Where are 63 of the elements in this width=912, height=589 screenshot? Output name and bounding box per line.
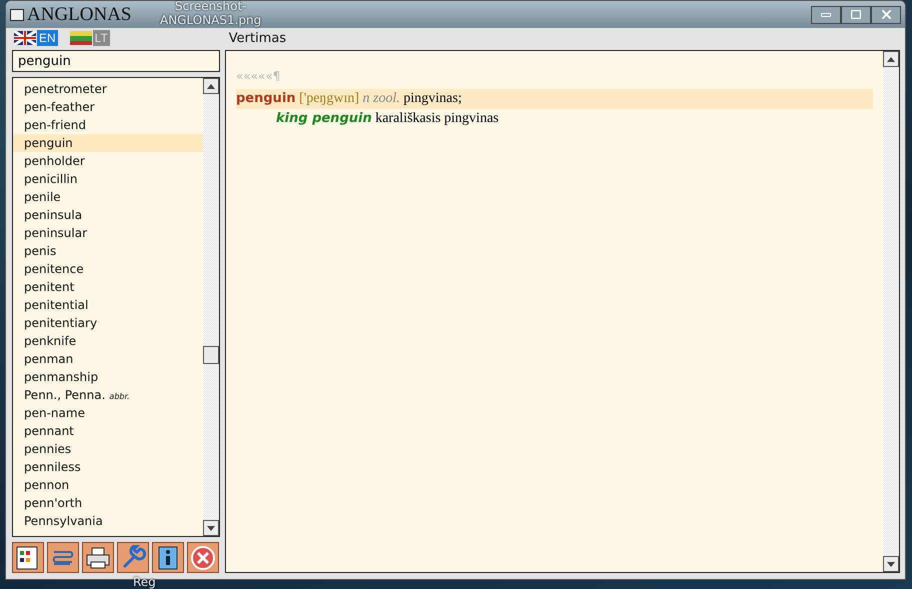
word-list-item[interactable]: penicillin <box>13 170 203 188</box>
word-list-item[interactable]: pennies <box>13 440 203 458</box>
close-icon <box>190 544 216 570</box>
maximize-icon <box>851 10 861 19</box>
phrase-entry: king penguin karališkasis pingvinas <box>275 110 500 127</box>
word-list-item[interactable]: pen-feather <box>13 98 203 116</box>
scroll-up-icon <box>887 56 895 62</box>
printer-icon <box>85 546 111 570</box>
word-list-item[interactable]: penitentiary <box>13 314 203 332</box>
close-button[interactable] <box>871 6 901 24</box>
word-list-item[interactable]: pennant <box>13 422 203 440</box>
word-list-item[interactable]: Penn., Penna. abbr. <box>13 386 203 404</box>
minimize-button[interactable] <box>811 6 841 24</box>
minimize-icon <box>821 12 831 16</box>
word-list-item[interactable]: pen-friend <box>13 116 203 134</box>
word-list-item[interactable]: peninsular <box>13 224 203 242</box>
search-field[interactable]: penguin <box>12 50 220 72</box>
desktop-icon-label: Reg <box>133 576 156 589</box>
toolbar-button[interactable] <box>187 542 219 573</box>
word-list-item[interactable]: penmanship <box>13 368 203 386</box>
word-list-item[interactable]: peninsula <box>13 206 203 224</box>
word-list-item[interactable]: penknife <box>13 332 203 350</box>
dictionary-entry: penguin ['peŋgwɪn] n zool. pingvinas; <box>236 89 873 109</box>
scrollbar[interactable] <box>883 51 899 572</box>
scroll-down-icon <box>887 562 895 566</box>
word-list-item[interactable]: penile <box>13 188 203 206</box>
desktop-icon-label: ANGLONAS1.png <box>160 14 262 27</box>
history-marks: «««««¶ <box>236 69 282 83</box>
language-button[interactable]: EN <box>14 30 58 46</box>
wrench-icon <box>120 544 146 570</box>
word-list-item[interactable]: penitence <box>13 260 203 278</box>
desktop-icon-label: Screenshot- <box>175 0 246 13</box>
flag-icon <box>70 31 92 45</box>
word-list-item[interactable]: penitent <box>13 278 203 296</box>
word-list-item[interactable]: pen-name <box>13 404 203 422</box>
word-list-item[interactable]: penitential <box>13 296 203 314</box>
maximize-button[interactable] <box>841 6 871 24</box>
toolbar-button[interactable] <box>82 542 114 573</box>
word-list-item[interactable]: penguin <box>13 134 203 152</box>
word-list-item[interactable]: penis <box>13 242 203 260</box>
scroll-thumb[interactable] <box>203 346 219 364</box>
window-icon <box>10 8 24 20</box>
scroll-down-button[interactable] <box>883 556 899 572</box>
word-list-item[interactable]: pennon <box>13 476 203 494</box>
scroll-up-button[interactable] <box>203 78 219 94</box>
scroll-up-button[interactable] <box>883 51 899 67</box>
pane-title: Vertimas <box>228 30 286 46</box>
scroll-down-icon <box>207 526 215 530</box>
word-list-item[interactable]: Pennsylvania <box>13 512 203 530</box>
toolbar-button[interactable] <box>12 542 44 573</box>
flag-icon <box>14 31 36 45</box>
word-list-item[interactable]: penholder <box>13 152 203 170</box>
info-icon <box>157 544 179 570</box>
word-list-item[interactable]: penman <box>13 350 203 368</box>
word-list-item[interactable]: penetrometer <box>13 80 203 98</box>
scrollbar[interactable] <box>203 78 219 536</box>
close-icon <box>882 10 890 19</box>
toolbar-button[interactable] <box>152 542 184 573</box>
scroll-down-button[interactable] <box>203 520 219 536</box>
window-title: ANGLONAS <box>27 4 132 26</box>
word-list-item[interactable]: penniless <box>13 458 203 476</box>
word-list-item[interactable]: penn'orth <box>13 494 203 512</box>
scroll-up-icon <box>207 84 215 88</box>
